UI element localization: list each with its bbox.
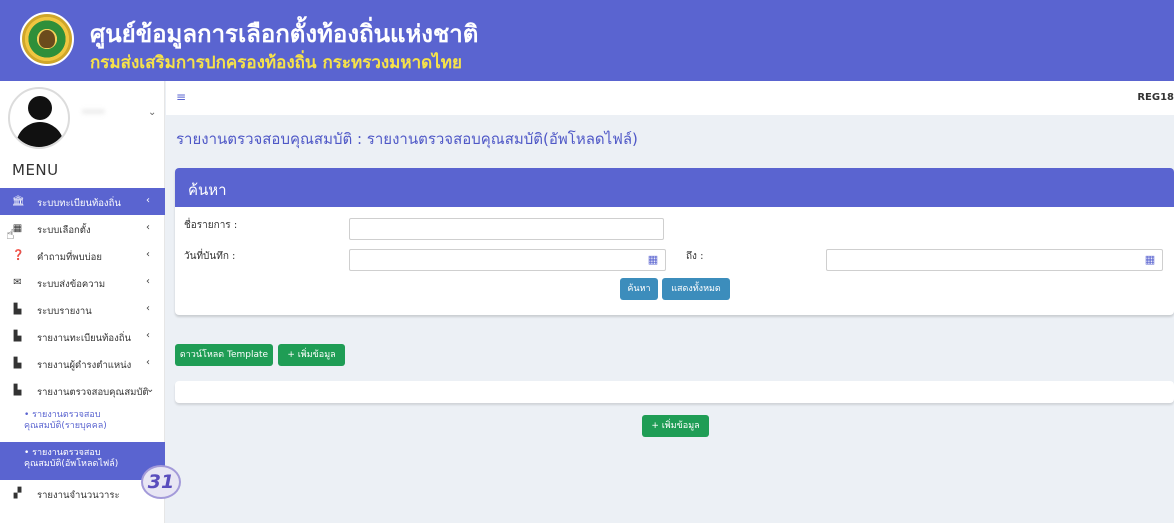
bank-icon: 🏛 bbox=[12, 196, 25, 207]
sidebar-item-messaging[interactable]: ✉ ระบบส่งข้อความ ‹ bbox=[0, 269, 165, 296]
hand-pointer-icon: ☝ bbox=[6, 227, 15, 243]
site-title: ศูนย์ข้อมูลการเลือกตั้งท้องถิ่นแห่งชาติ bbox=[90, 20, 479, 48]
chevron-down-icon[interactable]: ⌄ bbox=[148, 107, 156, 118]
menu-title: MENU bbox=[12, 161, 59, 179]
chevron-left-icon: ‹ bbox=[146, 195, 150, 206]
user-name: ***** bbox=[82, 109, 105, 119]
chevron-left-icon: ‹ bbox=[146, 249, 150, 260]
chevron-left-icon: ‹ bbox=[146, 276, 150, 287]
hamburger-menu-icon[interactable]: ≡ bbox=[176, 90, 186, 104]
top-navbar: ≡ REG18 bbox=[166, 81, 1174, 115]
sidebar-item-election[interactable]: ▦ ระบบเลือกตั้ง ‹ bbox=[0, 215, 165, 242]
avatar-head bbox=[28, 96, 52, 120]
sidebar-item-local-registration[interactable]: 🏛 ระบบทะเบียนท้องถิ่น ‹ bbox=[0, 188, 165, 215]
sidebar-item-label: คำถามที่พบบ่อย bbox=[37, 252, 102, 263]
sidebar-menu: 🏛 ระบบทะเบียนท้องถิ่น ‹ ▦ ระบบเลือกตั้ง … bbox=[0, 188, 165, 507]
name-label: ชื่อรายการ : bbox=[184, 220, 238, 231]
show-all-button[interactable]: แสดงทั้งหมด bbox=[662, 278, 730, 300]
sidebar-item-faq[interactable]: ❓ คำถามที่พบบ่อย ‹ bbox=[0, 242, 165, 269]
chevron-left-icon: ‹ bbox=[146, 303, 150, 314]
chevron-down-icon: ⌄ bbox=[146, 384, 155, 395]
file-text-icon: ▙ bbox=[13, 331, 22, 342]
results-panel bbox=[175, 381, 1174, 403]
envelope-icon: ✉ bbox=[13, 277, 22, 288]
sidebar-subitem-upload[interactable]: • รายงานตรวจสอบ คุณสมบัติ(อัพโหลดไฟล์) bbox=[0, 442, 165, 480]
chevron-left-icon: ‹ bbox=[146, 357, 150, 368]
sidebar-item-label: ระบบเลือกตั้ง bbox=[37, 225, 91, 236]
date-from-input[interactable] bbox=[349, 249, 666, 271]
top-header: ศูนย์ข้อมูลการเลือกตั้งท้องถิ่นแห่งชาติ … bbox=[0, 0, 1174, 81]
sidebar-item-label: รายงานผู้ดำรงตำแหน่ง bbox=[37, 360, 132, 371]
sidebar-item-position-holders-report[interactable]: ▙ รายงานผู้ดำรงตำแหน่ง ‹ bbox=[0, 350, 165, 377]
date-to-input[interactable] bbox=[826, 249, 1163, 271]
sidebar-subitem-label: • รายงานตรวจสอบ คุณสมบัติ(รายบุคคล) bbox=[24, 410, 107, 431]
sidebar-item-label: รายงานจำนวนวาระ bbox=[37, 490, 120, 501]
to-label: ถึง : bbox=[686, 251, 704, 262]
sidebar-item-qualification-report[interactable]: ▙ รายงานตรวจสอบคุณสมบัติ ⌄ bbox=[0, 377, 165, 404]
sidebar-subitem-label: • รายงานตรวจสอบ คุณสมบัติ(อัพโหลดไฟล์) bbox=[24, 448, 119, 469]
file-text-icon: ▙ bbox=[13, 358, 22, 369]
sidebar-item-label: ระบบรายงาน bbox=[37, 306, 92, 317]
calendar-icon[interactable]: ▦ bbox=[644, 249, 662, 271]
file-icon: ▙ bbox=[13, 304, 22, 315]
step-number-badge: 31 bbox=[141, 465, 181, 499]
search-panel: ค้นหา ชื่อรายการ : วันที่บันทึก : ▦ ถึง … bbox=[175, 168, 1174, 315]
add-data-bottom-button[interactable]: + เพิ่มข้อมูล bbox=[642, 415, 709, 437]
add-data-button[interactable]: + เพิ่มข้อมูล bbox=[278, 344, 345, 366]
sidebar-item-label: รายงานตรวจสอบคุณสมบัติ bbox=[37, 387, 149, 398]
reg-id: REG18 bbox=[1137, 92, 1174, 103]
sidebar-item-local-registration-report[interactable]: ▙ รายงานทะเบียนท้องถิ่น ‹ bbox=[0, 323, 165, 350]
sidebar-item-label: ระบบส่งข้อความ bbox=[37, 279, 106, 290]
question-icon: ❓ bbox=[12, 250, 25, 261]
chart-icon: ▞ bbox=[13, 488, 22, 499]
date-label: วันที่บันทึก : bbox=[184, 251, 236, 262]
sidebar: ***** ⌄ MENU 🏛 ระบบทะเบียนท้องถิ่น ‹ ▦ ร… bbox=[0, 81, 165, 523]
calendar-icon[interactable]: ▦ bbox=[1141, 249, 1159, 271]
sidebar-subitem-individual[interactable]: • รายงานตรวจสอบ คุณสมบัติ(รายบุคคล) bbox=[0, 404, 165, 442]
sidebar-item-label: ระบบทะเบียนท้องถิ่น bbox=[37, 198, 121, 209]
avatar-body bbox=[16, 122, 64, 147]
page-title: รายงานตรวจสอบคุณสมบัติ : รายงานตรวจสอบคุ… bbox=[176, 130, 638, 148]
sidebar-item-reports[interactable]: ▙ ระบบรายงาน ‹ bbox=[0, 296, 165, 323]
search-panel-header: ค้นหา bbox=[175, 168, 1174, 207]
download-template-button[interactable]: ดาวน์โหลด Template bbox=[175, 344, 273, 366]
department-logo-icon bbox=[20, 12, 74, 66]
search-panel-title: ค้นหา bbox=[188, 181, 227, 199]
user-panel[interactable]: ***** ⌄ bbox=[0, 81, 165, 149]
site-subtitle: กรมส่งเสริมการปกครองท้องถิ่น กระทรวงมหาด… bbox=[90, 53, 462, 73]
file-check-icon: ▙ bbox=[13, 385, 22, 396]
search-button[interactable]: ค้นหา bbox=[620, 278, 658, 300]
sidebar-item-label: รายงานทะเบียนท้องถิ่น bbox=[37, 333, 132, 344]
name-input[interactable] bbox=[349, 218, 664, 240]
chevron-left-icon: ‹ bbox=[146, 222, 150, 233]
avatar bbox=[8, 87, 70, 149]
chevron-left-icon: ‹ bbox=[146, 330, 150, 341]
